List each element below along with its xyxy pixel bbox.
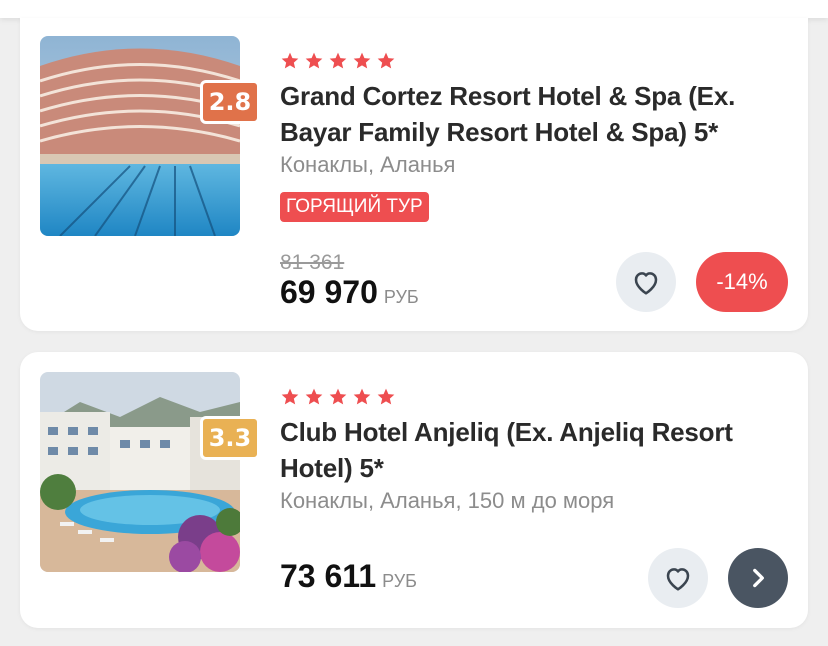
star-icon xyxy=(353,388,371,405)
price-amount: 73 611 xyxy=(280,558,377,594)
hotel-name[interactable]: Club Hotel Anjeliq (Ex. Anjeliq Resort H… xyxy=(280,414,790,486)
star-rating xyxy=(280,387,396,407)
star-rating xyxy=(280,51,396,71)
hotel-card[interactable]: 3.3 Club Hotel Anjeliq (Ex. Anjeliq Reso… xyxy=(20,352,808,628)
favorite-button[interactable] xyxy=(648,548,708,608)
chevron-right-icon xyxy=(753,568,764,588)
star-icon xyxy=(353,52,371,69)
rating-badge: 3.3 xyxy=(200,416,260,460)
hotel-location: Конаклы, Аланья, 150 м до моря xyxy=(280,488,615,513)
star-icon xyxy=(305,52,323,69)
star-icon xyxy=(329,388,347,405)
old-price: 81 361 xyxy=(280,251,345,274)
star-icon xyxy=(281,388,299,405)
price-currency: РУБ xyxy=(382,571,417,591)
discount-badge[interactable]: -14% xyxy=(696,252,788,312)
favorite-button[interactable] xyxy=(616,252,676,312)
price-currency: РУБ xyxy=(383,287,419,307)
hotel-photo[interactable] xyxy=(40,372,240,572)
top-bar xyxy=(0,0,828,18)
hotel-name[interactable]: Grand Cortez Resort Hotel & Spa (Ex. Bay… xyxy=(280,78,790,150)
hotel-photo[interactable] xyxy=(40,36,240,236)
star-icon xyxy=(377,388,395,405)
star-icon xyxy=(305,388,323,405)
hotel-location: Конаклы, Аланья xyxy=(280,152,456,177)
heart-icon xyxy=(666,568,690,591)
star-icon xyxy=(281,52,299,69)
price-amount: 69 970 xyxy=(280,274,378,310)
star-icon xyxy=(377,52,395,69)
rating-badge: 2.8 xyxy=(200,80,260,124)
hot-tour-badge: ГОРЯЩИЙ ТУР xyxy=(280,192,429,222)
price: 73 611 РУБ xyxy=(280,558,417,595)
heart-icon xyxy=(634,272,658,295)
next-button[interactable] xyxy=(728,548,788,608)
price: 69 970 РУБ xyxy=(280,274,419,311)
star-icon xyxy=(329,52,347,69)
hotel-card[interactable]: 2.8 Grand Cortez Resort Hotel & Spa (Ex.… xyxy=(20,18,808,331)
